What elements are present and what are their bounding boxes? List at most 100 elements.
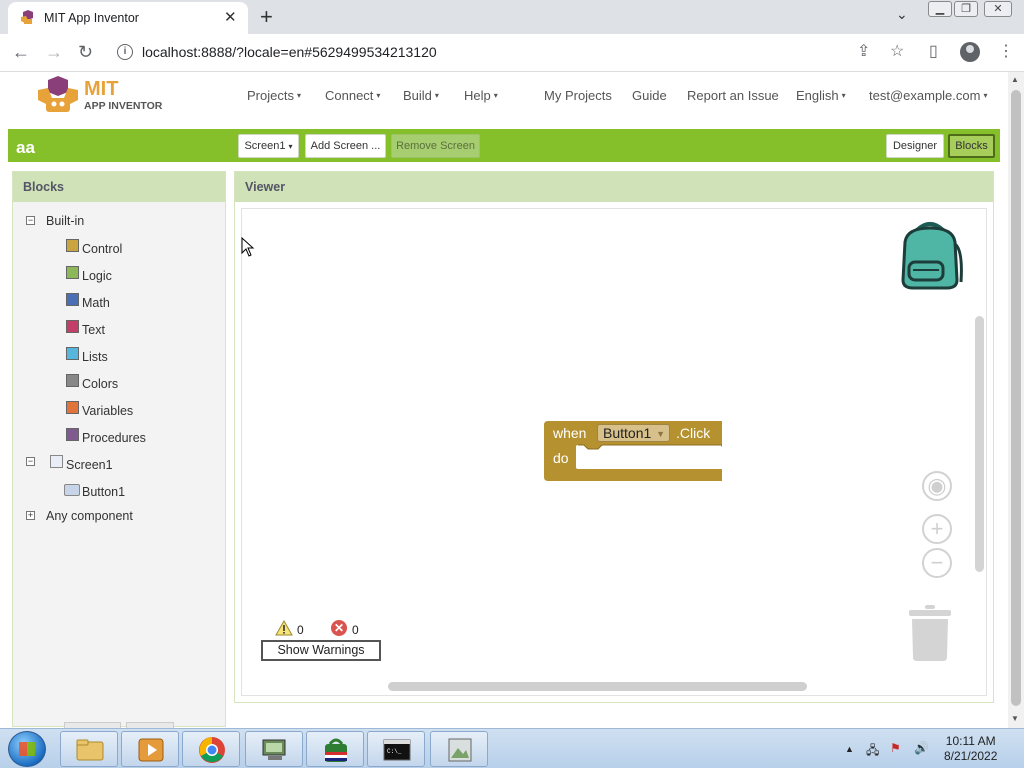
expand-icon[interactable]: +: [26, 511, 35, 520]
page-scrollbar[interactable]: ▲ ▼: [1008, 72, 1024, 728]
taskbar-network-app[interactable]: [245, 731, 303, 767]
taskbar-chrome[interactable]: [182, 731, 240, 767]
browser-toolbar: ← → ↻ i localhost:8888/?locale=en#562949…: [0, 34, 1024, 72]
close-window-button[interactable]: ✕: [984, 1, 1012, 17]
tree-item-procedures[interactable]: Procedures: [82, 431, 146, 445]
workspace-vertical-scrollbar[interactable]: [975, 316, 984, 572]
screen-select-dropdown[interactable]: Screen1 ▾: [238, 134, 299, 158]
procedures-swatch-icon: [66, 428, 79, 441]
site-info-icon[interactable]: i: [117, 44, 133, 60]
clock-time: 10:11 AM: [945, 734, 996, 748]
chevron-down-icon[interactable]: ⌄: [896, 6, 908, 23]
caret-down-icon: ▾: [983, 91, 988, 100]
control-swatch-icon: [66, 239, 79, 252]
tree-item-button1[interactable]: Button1: [82, 485, 125, 499]
logo-subtitle: APP INVENTOR: [84, 100, 163, 112]
tree-item-colors[interactable]: Colors: [82, 377, 118, 391]
bookmark-star-icon[interactable]: ☆: [890, 42, 904, 62]
network-tray-icon[interactable]: 🖧: [866, 741, 879, 762]
zoom-in-icon[interactable]: +: [922, 514, 952, 544]
tree-item-control[interactable]: Control: [82, 242, 122, 256]
menu-language[interactable]: English ▾: [796, 88, 846, 103]
caret-down-icon: ▾: [296, 91, 301, 100]
caret-down-icon: ▾: [434, 91, 439, 100]
reload-icon[interactable]: ↻: [78, 42, 93, 62]
text-swatch-icon: [66, 320, 79, 333]
tree-item-text[interactable]: Text: [82, 323, 105, 337]
start-button[interactable]: [8, 731, 46, 767]
blocks-button[interactable]: Blocks: [948, 134, 995, 158]
browser-menu-icon[interactable]: ⋮: [998, 42, 1014, 62]
colors-swatch-icon: [66, 374, 79, 387]
tree-item-logic[interactable]: Logic: [82, 269, 112, 283]
minimize-window-button[interactable]: ▁: [928, 1, 952, 17]
menu-projects[interactable]: Projects ▾: [247, 88, 301, 103]
menu-connect[interactable]: Connect ▾: [325, 88, 380, 103]
browser-tab[interactable]: MIT App Inventor ✕: [8, 2, 248, 34]
restore-window-button[interactable]: ❐: [954, 1, 978, 17]
taskbar-media-player[interactable]: [121, 731, 179, 767]
back-arrow-icon[interactable]: ←: [12, 42, 30, 62]
add-screen-button[interactable]: Add Screen ...: [305, 134, 386, 158]
windows-taskbar: C:\_ ▲ 🖧 ⚑ 🔊 10:11 AM 8/21/2022: [0, 728, 1024, 768]
profile-avatar-icon[interactable]: [960, 42, 980, 62]
menu-my-projects[interactable]: My Projects: [544, 88, 612, 103]
caret-down-icon: ▾: [376, 91, 381, 100]
collapse-icon[interactable]: −: [26, 216, 35, 225]
event-when-label: when: [553, 425, 587, 441]
tree-item-lists[interactable]: Lists: [82, 350, 108, 364]
clock-date: 8/21/2022: [944, 749, 998, 763]
volume-icon[interactable]: 🔊: [914, 741, 929, 755]
tree-item-variables[interactable]: Variables: [82, 404, 133, 418]
backpack-icon[interactable]: [895, 220, 965, 292]
menu-guide[interactable]: Guide: [632, 88, 667, 103]
error-icon: ✕: [331, 620, 347, 636]
blocks-panel-title: Blocks: [23, 180, 64, 194]
zoom-out-icon[interactable]: −: [922, 548, 952, 578]
tray-expand-icon[interactable]: ▲: [845, 744, 854, 754]
workspace-horizontal-scrollbar[interactable]: [388, 682, 807, 691]
taskbar-app-inventor-starter[interactable]: [306, 731, 364, 767]
tab-close-icon[interactable]: ✕: [224, 8, 237, 28]
taskbar-explorer[interactable]: [60, 731, 118, 767]
tree-item-screen1[interactable]: Screen1: [66, 458, 113, 472]
tree-item-math[interactable]: Math: [82, 296, 110, 310]
tree-item-built-in[interactable]: Built-in: [46, 214, 84, 228]
system-clock[interactable]: 10:11 AM 8/21/2022: [944, 734, 997, 764]
when-button-click-event-block[interactable]: when Button1 ▼ .Click do: [544, 421, 722, 481]
component-dropdown[interactable]: Button1 ▼: [597, 424, 670, 442]
recenter-icon[interactable]: ◉: [922, 471, 952, 501]
show-warnings-button[interactable]: Show Warnings: [261, 640, 381, 661]
scroll-up-icon[interactable]: ▲: [1011, 75, 1019, 84]
taskbar-emulator[interactable]: [430, 731, 488, 767]
math-swatch-icon: [66, 293, 79, 306]
scroll-down-icon[interactable]: ▼: [1011, 714, 1019, 723]
designer-button[interactable]: Designer: [886, 134, 944, 158]
taskbar-command-prompt[interactable]: C:\_: [367, 731, 425, 767]
new-tab-icon[interactable]: +: [260, 4, 273, 30]
share-icon[interactable]: ⇪: [857, 42, 870, 62]
remove-screen-button[interactable]: Remove Screen: [391, 134, 480, 158]
menu-report-issue[interactable]: Report an Issue: [687, 88, 779, 103]
menu-account[interactable]: test@example.com ▾: [869, 88, 987, 103]
blocks-tree: − Built-in Control Logic Math Text Lists…: [13, 202, 225, 746]
menu-help[interactable]: Help ▾: [464, 88, 498, 103]
app-header: MIT APP INVENTOR Projects ▾ Connect ▾ Buil…: [0, 72, 1008, 124]
blocks-panel-header: Blocks: [13, 172, 225, 202]
event-name-label: .Click: [676, 425, 711, 441]
blocks-panel: Blocks − Built-in Control Logic Math Tex…: [12, 171, 226, 746]
project-toolbar: aa Screen1 ▾ Add Screen ... Remove Scree…: [8, 129, 1000, 162]
trash-icon[interactable]: [909, 605, 951, 661]
viewer-panel-title: Viewer: [245, 180, 286, 194]
tree-item-any-component[interactable]: Any component: [46, 509, 133, 523]
address-bar[interactable]: localhost:8888/?locale=en#56294995342131…: [142, 44, 437, 60]
side-panel-icon[interactable]: ▯: [929, 42, 938, 62]
forward-arrow-icon[interactable]: →: [45, 42, 63, 62]
collapse-icon[interactable]: −: [26, 457, 35, 466]
page-scrollbar-thumb[interactable]: [1011, 90, 1021, 706]
screen-icon: [50, 455, 63, 468]
mit-app-inventor-logo-icon[interactable]: [36, 76, 80, 116]
emulator-icon: [448, 738, 472, 762]
action-center-flag-icon[interactable]: ⚑: [890, 741, 901, 755]
menu-build[interactable]: Build ▾: [403, 88, 439, 103]
